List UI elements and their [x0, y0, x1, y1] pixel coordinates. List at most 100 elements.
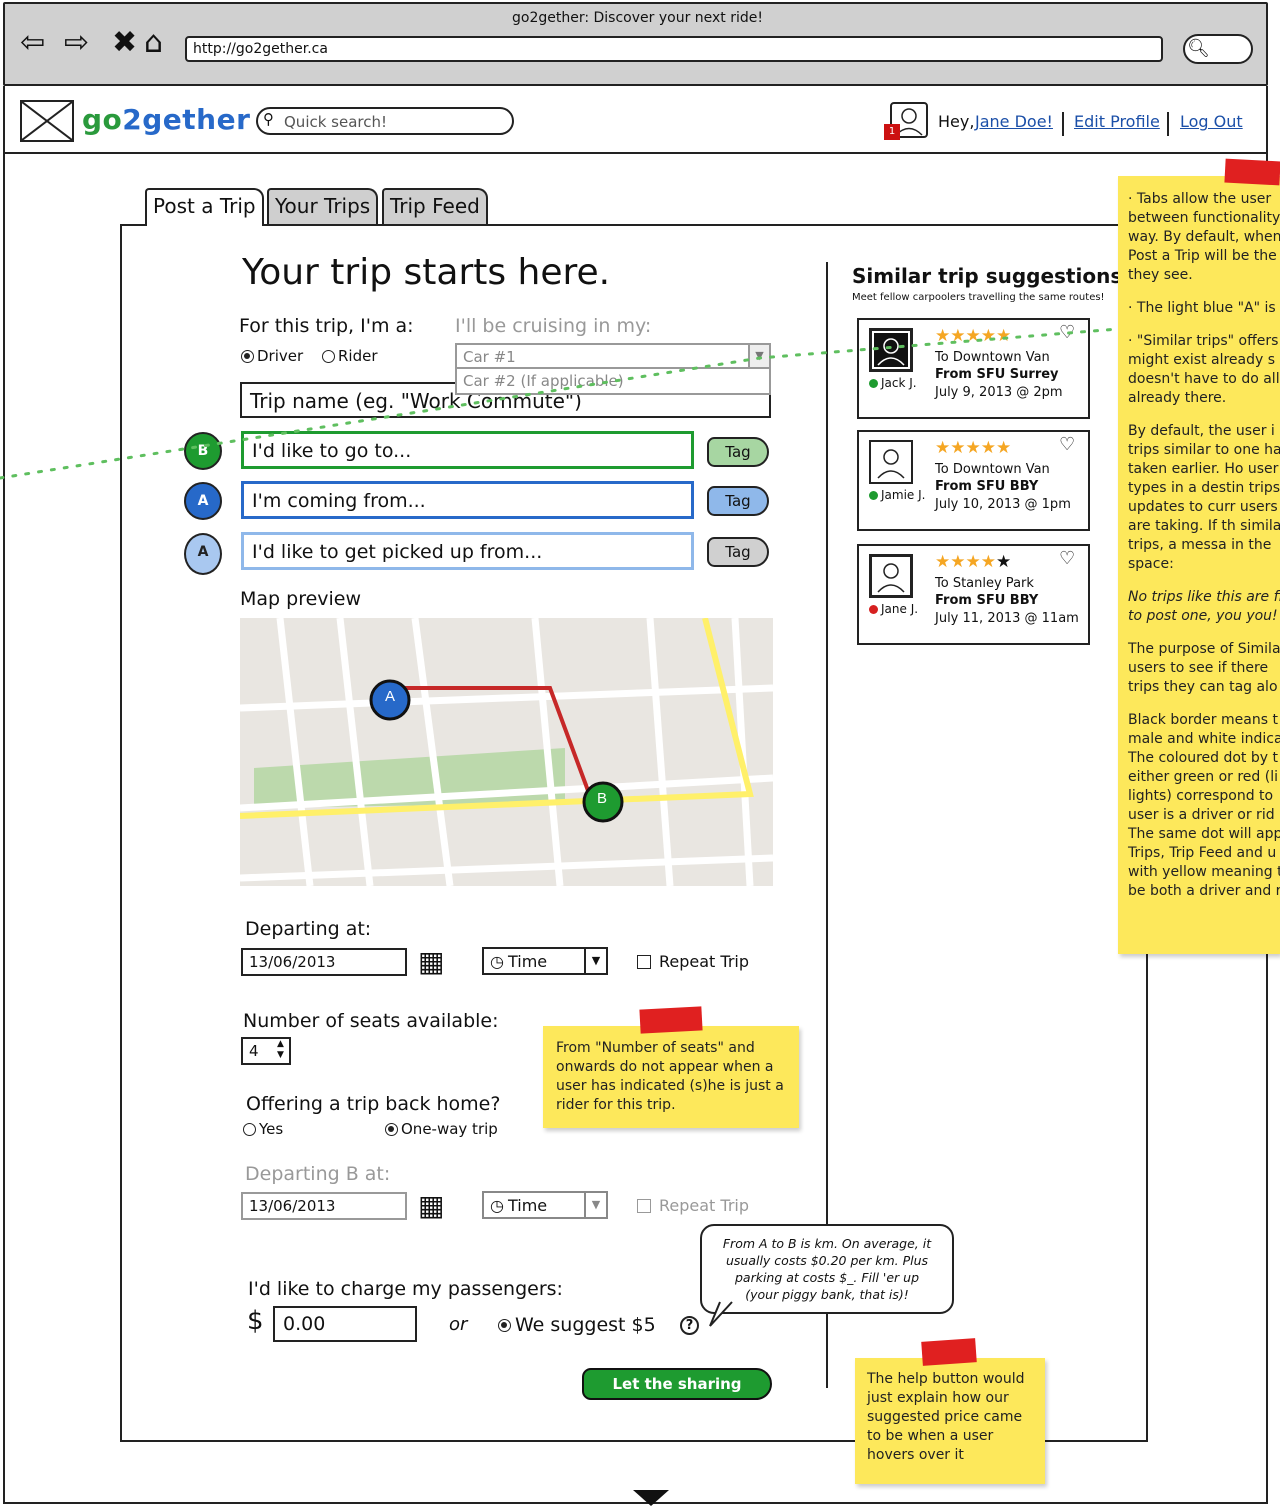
annotation-note: The help button would just explain how o… — [855, 1358, 1045, 1484]
note-paragraph: The purpose of Simila users to see if th… — [1128, 641, 1280, 695]
logo-image — [20, 100, 74, 142]
tab-your-trips[interactable]: Your Trips — [267, 188, 379, 224]
departure-date-input[interactable]: 13/06/2013 — [241, 948, 407, 976]
app-name[interactable]: go2gether — [82, 103, 250, 136]
chevron-down-icon[interactable]: ▼ — [584, 947, 608, 975]
tag-pickup-button[interactable]: Tag — [707, 537, 769, 567]
note-paragraph: No trips like this are first to post one… — [1128, 589, 1280, 624]
page-title: Your trip starts here. — [242, 252, 611, 293]
calendar-icon[interactable]: ▦ — [418, 948, 448, 978]
annotation-note: · Tabs allow the user between functional… — [1118, 176, 1280, 954]
tab-post-a-trip[interactable]: Post a Trip — [145, 188, 264, 226]
checkbox-box — [637, 954, 651, 969]
app-name-2: 2 — [122, 103, 143, 136]
tooltip-tail — [709, 1301, 733, 1327]
header-divider — [1167, 112, 1169, 136]
app-name-go: go — [82, 103, 123, 136]
trip-date: July 10, 2013 @ 1pm — [935, 497, 1071, 512]
greeting: Hey, — [938, 112, 975, 131]
radio-selected — [498, 1318, 511, 1332]
note-paragraph: · The light blue "A" is — [1128, 300, 1276, 316]
repeat-trip-label: Repeat Trip — [659, 952, 750, 971]
suggested-price-label: We suggest $5 — [515, 1314, 656, 1336]
submit-trip-button[interactable]: Let the sharing begin! — [582, 1368, 772, 1421]
departing-label: Departing at: — [245, 918, 372, 940]
tape-strip — [921, 1338, 977, 1366]
suggestion-card[interactable]: ★★★★★ ♡ To Stanley Park From SFU BBY Jul… — [857, 544, 1090, 645]
avatar — [869, 554, 913, 598]
note-paragraph: By default, the user i of trips similar … — [1128, 423, 1280, 572]
notification-badge[interactable]: 1 — [884, 124, 900, 140]
url-bar[interactable]: http://go2gether.ca — [185, 36, 1163, 62]
quick-search-input[interactable]: Quick search! — [256, 107, 514, 135]
carpooler: Jane J. — [869, 602, 918, 616]
tooltip-line: (your piggy bank, that is)! — [745, 1287, 909, 1302]
annotation-connector — [0, 326, 1132, 480]
map-marker-a[interactable]: A — [369, 679, 411, 721]
calendar-icon[interactable]: ▦ — [418, 1192, 448, 1222]
map-marker-b-label: B — [597, 790, 607, 807]
time-label: Time — [507, 1195, 548, 1215]
radio-unselected — [243, 1122, 256, 1136]
close-icon[interactable]: ✖ — [112, 28, 137, 58]
back-icon[interactable]: ⇦ — [20, 28, 45, 58]
log-out-link[interactable]: Log Out — [1180, 112, 1243, 131]
heart-icon[interactable]: ♡ — [1059, 548, 1075, 569]
tooltip-line: From A to B is km. On average, it — [722, 1236, 932, 1251]
return-yes-label: Yes — [259, 1120, 284, 1138]
departing-b-label: Departing B at: — [245, 1163, 391, 1185]
repeat-trip-checkbox[interactable]: Repeat Trip — [637, 952, 749, 971]
status-dot — [869, 490, 878, 500]
tag-origin-button[interactable]: Tag — [707, 486, 769, 516]
repeat-trip-label: Repeat Trip — [659, 1196, 750, 1215]
clock-icon: ◷ — [490, 951, 504, 971]
tape-strip — [639, 1006, 703, 1034]
return-yes-radio[interactable]: Yes — [243, 1120, 283, 1138]
tab-trip-feed[interactable]: Trip Feed — [382, 188, 488, 224]
return-trip-label: Offering a trip back home? — [246, 1093, 501, 1115]
browser-search-input[interactable]: 🔍︎ — [1183, 34, 1253, 64]
carpooler: Jamie J. — [869, 488, 925, 502]
app-name-gether: gether — [142, 103, 251, 136]
note-paragraph: Black border means t male and white indi… — [1128, 712, 1280, 899]
radio-selected — [385, 1122, 398, 1136]
edit-profile-link[interactable]: Edit Profile — [1074, 112, 1160, 131]
time-label: Time — [507, 951, 548, 971]
departure-b-date-input[interactable]: 13/06/2013 — [241, 1192, 407, 1220]
return-oneway-label: One-way trip — [401, 1120, 498, 1138]
note-paragraph: · Tabs allow the user between functional… — [1128, 191, 1280, 283]
chevron-down-icon[interactable]: ▼ — [584, 1191, 608, 1219]
suggested-price-radio[interactable]: We suggest $5 — [498, 1314, 656, 1336]
forward-icon[interactable]: ⇨ — [64, 28, 89, 58]
charge-amount-input[interactable]: 0.00 — [273, 1306, 417, 1342]
stepper-arrows-icon[interactable]: ▲ ▼ — [272, 1039, 289, 1063]
help-icon[interactable]: ? — [680, 1316, 699, 1335]
status-dot — [869, 604, 878, 614]
home-icon[interactable]: ⌂ — [144, 28, 163, 58]
pickup-pin-icon: A — [184, 533, 222, 575]
return-oneway-radio[interactable]: One-way trip — [385, 1120, 498, 1138]
window-title: go2gether: Discover your next ride! — [512, 10, 763, 26]
repeat-trip-b-checkbox[interactable]: Repeat Trip — [637, 1196, 749, 1215]
annotation-note: From "Number of seats" and onwards do no… — [543, 1026, 799, 1128]
seats-label: Number of seats available: — [243, 1010, 499, 1032]
pickup-input[interactable]: I'd like to get picked up from... — [241, 532, 694, 570]
map-marker-a-label: A — [385, 688, 395, 705]
trip-origin: From SFU BBY — [935, 593, 1039, 608]
tooltip-line: usually costs $0.20 per km. Plus — [725, 1253, 929, 1268]
trip-destination: To Stanley Park — [935, 576, 1034, 591]
clock-icon: ◷ — [490, 1195, 504, 1215]
map-preview[interactable]: A B — [240, 618, 773, 886]
header-divider — [1062, 112, 1064, 136]
tooltip-line: parking at costs $_. Fill 'er up — [734, 1270, 920, 1285]
rating-stars: ★★★★★ — [935, 552, 1012, 572]
checkbox-box — [637, 1198, 651, 1213]
tape-strip — [1224, 158, 1280, 186]
map-marker-b[interactable]: B — [582, 781, 624, 823]
or-label: or — [449, 1314, 468, 1335]
map-label: Map preview — [240, 588, 362, 610]
scroll-down-icon[interactable] — [633, 1490, 669, 1506]
currency-symbol: $ — [247, 1306, 264, 1336]
carpooler-name: Jamie J. — [881, 488, 926, 502]
user-name-link[interactable]: Jane Doe! — [975, 112, 1053, 131]
